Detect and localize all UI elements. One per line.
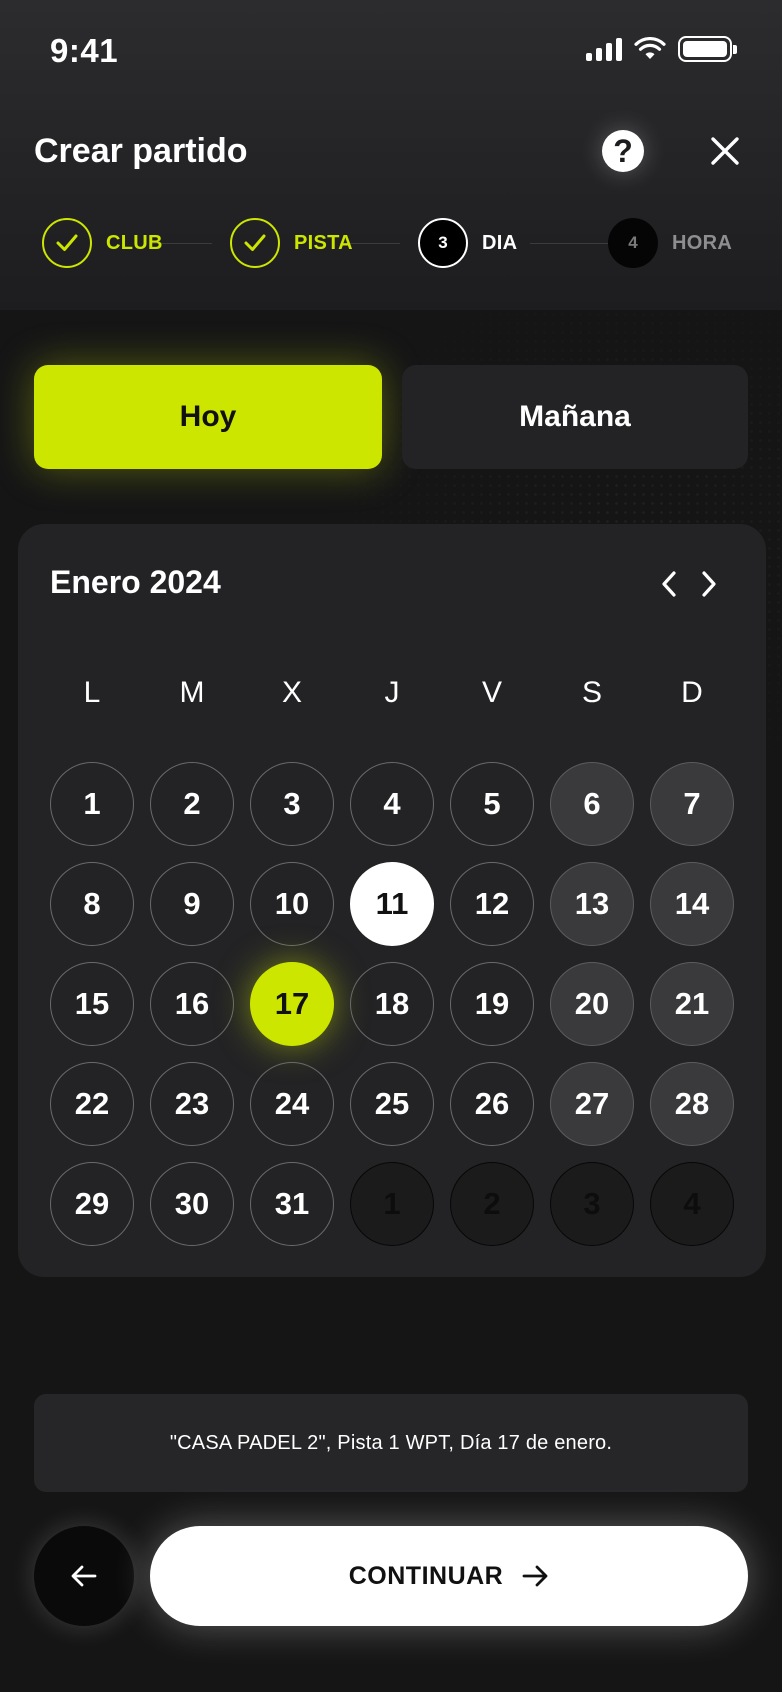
page-title: Crear partido bbox=[34, 132, 248, 170]
calendar-day-outside-month: 2 bbox=[450, 1162, 534, 1246]
weekday-label: M bbox=[179, 676, 205, 709]
calendar-day[interactable]: 25 bbox=[350, 1062, 434, 1146]
step-check-circle bbox=[230, 218, 280, 268]
status-bar: 9:41 bbox=[0, 0, 782, 100]
calendar-day[interactable]: 22 bbox=[50, 1062, 134, 1146]
step-connector bbox=[530, 243, 610, 244]
wifi-icon bbox=[634, 37, 666, 59]
calendar-day[interactable]: 16 bbox=[150, 962, 234, 1046]
calendar-day[interactable]: 27 bbox=[550, 1062, 634, 1146]
calendar-day[interactable]: 11 bbox=[350, 862, 434, 946]
next-month-button[interactable] bbox=[694, 566, 724, 602]
arrow-left-icon bbox=[71, 1565, 97, 1587]
tomorrow-toggle-button[interactable]: Mañana bbox=[402, 365, 748, 469]
weekday-label: S bbox=[581, 676, 602, 709]
status-icons bbox=[586, 36, 737, 62]
step-label: DIA bbox=[482, 231, 518, 254]
question-icon: ? bbox=[613, 132, 633, 169]
calendar-day[interactable]: 21 bbox=[650, 962, 734, 1046]
calendar-days-grid: 1 2 3 4 5 6 7 8 9 10 11 12 13 14 15 16 17 18 19 20 21 22 23 24 2… bbox=[50, 762, 750, 1262]
calendar-day[interactable]: 23 bbox=[150, 1062, 234, 1146]
selection-summary: "CASA PADEL 2", Pista 1 WPT, Día 17 de e… bbox=[34, 1394, 748, 1492]
calendar-day-outside-month: 3 bbox=[550, 1162, 634, 1246]
calendar-day[interactable]: 26 bbox=[450, 1062, 534, 1146]
check-icon bbox=[56, 234, 78, 251]
arrow-right-icon bbox=[522, 1565, 548, 1587]
calendar-day-outside-month: 1 bbox=[350, 1162, 434, 1246]
step-club[interactable]: CLUB bbox=[42, 218, 163, 268]
step-label: PISTA bbox=[294, 231, 353, 254]
calendar-day[interactable]: 13 bbox=[550, 862, 634, 946]
calendar-day[interactable]: 19 bbox=[450, 962, 534, 1046]
calendar-day[interactable]: 1 bbox=[50, 762, 134, 846]
prev-month-button[interactable] bbox=[654, 566, 684, 602]
calendar-day[interactable]: 4 bbox=[350, 762, 434, 846]
status-time: 9:41 bbox=[50, 32, 119, 69]
calendar-day[interactable]: 8 bbox=[50, 862, 134, 946]
calendar-card: Enero 2024 L M X J V S D 1 2 3 4 5 6 7 8 9 10 11 12… bbox=[18, 524, 766, 1277]
chevron-right-icon bbox=[702, 571, 716, 597]
weekday-header: L M X J V S D bbox=[50, 676, 750, 716]
stepper: CLUB PISTA 3 DIA 4 HORA bbox=[40, 218, 740, 268]
calendar-day[interactable]: 29 bbox=[50, 1162, 134, 1246]
help-button[interactable]: ? bbox=[602, 130, 644, 172]
weekday-label: X bbox=[281, 676, 302, 709]
weekday-label: D bbox=[681, 676, 703, 709]
calendar-day[interactable]: 9 bbox=[150, 862, 234, 946]
calendar-day[interactable]: 15 bbox=[50, 962, 134, 1046]
calendar-day[interactable]: 30 bbox=[150, 1162, 234, 1246]
calendar-day[interactable]: 18 bbox=[350, 962, 434, 1046]
close-button[interactable] bbox=[704, 130, 746, 172]
calendar-day[interactable]: 28 bbox=[650, 1062, 734, 1146]
calendar-day[interactable]: 24 bbox=[250, 1062, 334, 1146]
calendar-day[interactable]: 5 bbox=[450, 762, 534, 846]
step-label: CLUB bbox=[106, 231, 163, 254]
calendar-day[interactable]: 10 bbox=[250, 862, 334, 946]
step-label: HORA bbox=[672, 231, 733, 254]
step-check-circle bbox=[42, 218, 92, 268]
month-label: Enero 2024 bbox=[50, 564, 221, 600]
calendar-day[interactable]: 14 bbox=[650, 862, 734, 946]
check-icon bbox=[244, 234, 266, 251]
back-button[interactable] bbox=[34, 1526, 134, 1626]
step-number: 4 bbox=[608, 218, 658, 268]
calendar-day[interactable]: 6 bbox=[550, 762, 634, 846]
continue-label: CONTINUAR bbox=[348, 1561, 504, 1590]
step-dia[interactable]: 3 DIA bbox=[418, 218, 517, 268]
battery-icon bbox=[678, 36, 737, 62]
calendar-day[interactable]: 7 bbox=[650, 762, 734, 846]
chevron-left-icon bbox=[662, 571, 676, 597]
weekday-label: L bbox=[83, 676, 101, 709]
close-icon bbox=[711, 137, 739, 165]
cellular-signal-icon bbox=[586, 37, 622, 61]
weekday-label: J bbox=[384, 676, 400, 709]
calendar-day[interactable]: 12 bbox=[450, 862, 534, 946]
calendar-day[interactable]: 31 bbox=[250, 1162, 334, 1246]
calendar-day[interactable]: 2 bbox=[150, 762, 234, 846]
calendar-day[interactable]: 20 bbox=[550, 962, 634, 1046]
step-hora[interactable]: 4 HORA bbox=[608, 218, 732, 268]
calendar-day-outside-month: 4 bbox=[650, 1162, 734, 1246]
calendar-day[interactable]: 3 bbox=[250, 762, 334, 846]
step-pista[interactable]: PISTA bbox=[230, 218, 353, 268]
calendar-day[interactable]: 17 bbox=[250, 962, 334, 1046]
continue-button[interactable]: CONTINUAR bbox=[150, 1526, 748, 1626]
weekday-label: V bbox=[481, 676, 502, 709]
step-number: 3 bbox=[418, 218, 468, 268]
today-toggle-button[interactable]: Hoy bbox=[34, 365, 382, 469]
